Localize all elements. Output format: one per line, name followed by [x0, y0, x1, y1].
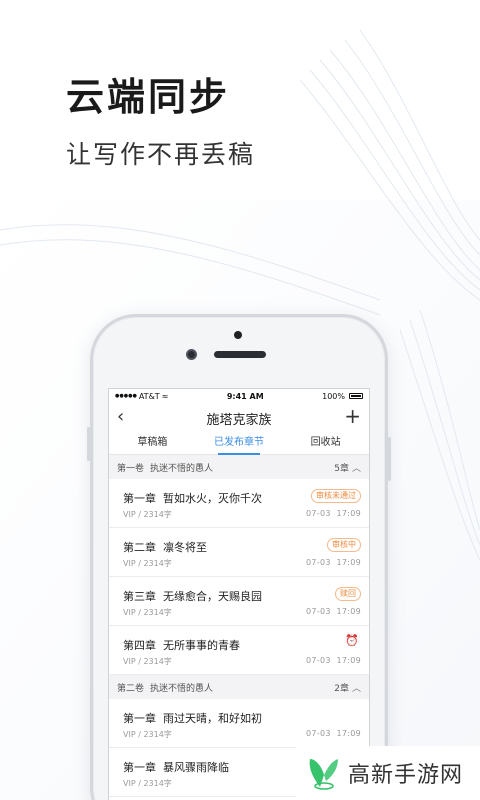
chapter-title: 暴风骤雨降临 [163, 761, 229, 774]
chapter-row[interactable]: 第二章 凛冬将至 VIP / 2314字 07-03 17:09 审核中 [109, 528, 369, 577]
chapter-number: 第一章 [123, 761, 156, 774]
top-sensor [234, 331, 242, 339]
chapter-row[interactable]: 第一章 雨过天晴，和好如初 VIP / 2314字 07-03 17:09 [109, 699, 369, 748]
chapter-meta: VIP / 2314字 [123, 730, 172, 739]
chapter-time: 17:09 [336, 656, 361, 665]
chapter-meta: VIP / 2314字 [123, 608, 172, 617]
chapter-title: 凛冬将至 [163, 541, 207, 554]
chapter-row[interactable]: 第三章 无缘愈合，天赐良园 VIP / 2314字 07-03 17:09 赎回 [109, 577, 369, 626]
tab-bar: 草稿箱 已发布章节 回收站 [109, 433, 369, 455]
chapter-time: 17:09 [336, 558, 361, 567]
chapter-title: 无所事事的青春 [163, 639, 240, 652]
volume-name: 第二卷 [117, 683, 145, 694]
wifi-icon: ≈ [161, 391, 169, 401]
battery-icon [349, 393, 363, 399]
volume-count: 5章 [334, 463, 349, 474]
chapter-time: 17:09 [336, 607, 361, 616]
chapter-meta: VIP / 2314字 [123, 510, 172, 519]
chapter-number: 第四章 [123, 639, 156, 652]
chapter-number: 第一章 [123, 712, 156, 725]
chapter-date: 07-03 [306, 729, 331, 738]
status-badge: 审核中 [327, 538, 361, 552]
nav-bar: ‹ 施塔克家族 + [109, 403, 369, 433]
tab-drafts[interactable]: 草稿箱 [109, 433, 196, 454]
signal-icon: ●●●●● [115, 393, 137, 399]
add-icon[interactable]: + [344, 406, 361, 426]
tab-published[interactable]: 已发布章节 [196, 433, 283, 455]
chapter-date: 07-03 [306, 509, 331, 518]
chapter-number: 第二章 [123, 541, 156, 554]
chevron-up-icon[interactable]: ︿ [352, 681, 361, 694]
power-button [388, 437, 391, 481]
volume-header[interactable]: 第二卷 执迷不悟的愚人 2章 ︿ [109, 675, 369, 699]
volume-count: 2章 [334, 683, 349, 694]
tab-recycle-bin[interactable]: 回收站 [282, 433, 369, 454]
chapter-title: 无缘愈合，天赐良园 [163, 590, 262, 603]
volume-header[interactable]: 第一卷 执迷不悟的愚人 5章 ︿ [109, 455, 369, 479]
earpiece-speaker [214, 351, 266, 358]
status-badge: 审核未通过 [311, 489, 361, 503]
chapter-meta: VIP / 2314字 [123, 657, 172, 666]
volume-subtitle: 执迷不悟的愚人 [150, 683, 214, 694]
phone-screen: ●●●●● AT&T ≈ 9:41 AM 100% ‹ 施塔克家族 + 草稿箱 … [108, 388, 370, 800]
watermark-text: 高新手游网 [348, 763, 464, 788]
chapter-number: 第一章 [123, 492, 156, 505]
chapter-row[interactable]: 第四章 无所事事的青春 VIP / 2314字 07-03 17:09 ⏰ [109, 626, 369, 675]
page-title: 施塔克家族 [206, 412, 272, 428]
alarm-clock-icon[interactable]: ⏰ [345, 634, 359, 647]
watermark: 高新手游网 [296, 746, 480, 800]
chapter-time: 17:09 [336, 729, 361, 738]
promo-headline: 云端同步 [66, 74, 231, 119]
battery-label: 100% [322, 391, 345, 401]
site-logo-icon [309, 759, 338, 790]
status-bar: ●●●●● AT&T ≈ 9:41 AM 100% [109, 389, 369, 403]
chapter-date: 07-03 [306, 607, 331, 616]
volume-button [87, 427, 90, 461]
volume-subtitle: 执迷不悟的愚人 [150, 463, 214, 474]
chapter-number: 第三章 [123, 590, 156, 603]
chapter-date: 07-03 [306, 656, 331, 665]
volume-name: 第一卷 [117, 463, 145, 474]
phone-frame: ●●●●● AT&T ≈ 9:41 AM 100% ‹ 施塔克家族 + 草稿箱 … [87, 314, 391, 800]
chapter-meta: VIP / 2314字 [123, 779, 172, 788]
chapter-title: 雨过天晴，和好如初 [163, 712, 262, 725]
chapter-meta: VIP / 2314字 [123, 559, 172, 568]
back-icon[interactable]: ‹ [117, 408, 124, 426]
chapter-title: 暂如水火，灭你千次 [163, 492, 262, 505]
clock: 9:41 AM [226, 391, 264, 401]
carrier-label: AT&T [138, 391, 160, 401]
chapter-date: 07-03 [306, 558, 331, 567]
status-badge[interactable]: 赎回 [335, 587, 361, 601]
chapter-row[interactable]: 第一章 暂如水火，灭你千次 VIP / 2314字 07-03 17:09 审核… [109, 479, 369, 528]
chapter-time: 17:09 [336, 509, 361, 518]
front-camera [186, 349, 197, 360]
promo-subline: 让写作不再丢稿 [66, 140, 256, 169]
chevron-up-icon[interactable]: ︿ [352, 461, 361, 474]
